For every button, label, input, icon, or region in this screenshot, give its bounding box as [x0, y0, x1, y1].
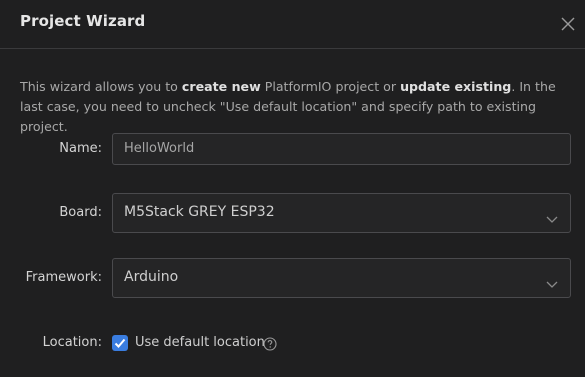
name-label-text: Name — [59, 141, 98, 156]
close-icon[interactable] — [558, 14, 578, 34]
board-select-value: M5Stack GREY ESP32 — [124, 204, 275, 220]
dialog-title: Project Wizard — [20, 12, 146, 30]
description-text: PlatformIO project or — [260, 79, 401, 94]
name-label: Name: — [59, 141, 102, 156]
name-input[interactable]: HelloWorld — [112, 133, 571, 165]
name-input-value: HelloWorld — [124, 141, 195, 156]
framework-select[interactable]: Arduino — [112, 258, 571, 298]
framework-select-value: Arduino — [124, 269, 179, 285]
checkmark-icon — [114, 338, 126, 348]
dialog-header: Project Wizard — [0, 0, 585, 49]
project-wizard-dialog: Project Wizard This wizard allows you to… — [0, 0, 585, 377]
board-select[interactable]: M5Stack GREY ESP32 — [112, 193, 571, 233]
wizard-description: This wizard allows you to create new Pla… — [20, 77, 570, 137]
use-default-location-label[interactable]: Use default location — [135, 335, 265, 350]
framework-label-text: Framework — [25, 270, 98, 285]
location-label-text: Location — [42, 335, 98, 350]
chevron-down-icon — [546, 274, 558, 288]
question-circle-icon[interactable] — [263, 336, 277, 351]
framework-label: Framework: — [25, 270, 102, 285]
board-label: Board: — [59, 205, 102, 220]
location-label: Location: — [42, 335, 102, 350]
description-text: This wizard allows you to — [20, 79, 182, 94]
description-bold-create: create new — [181, 79, 261, 94]
chevron-down-icon — [546, 209, 558, 223]
use-default-location-checkbox[interactable] — [112, 335, 128, 351]
description-bold-update: update existing — [400, 79, 512, 94]
board-label-text: Board — [59, 205, 98, 220]
